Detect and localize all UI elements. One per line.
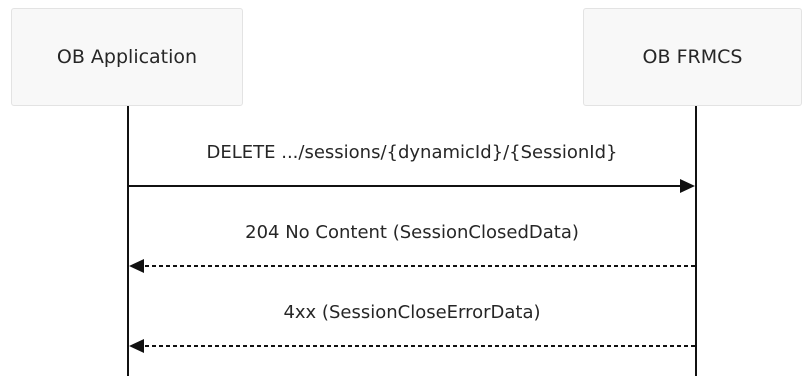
arrowhead-left xyxy=(129,259,144,273)
arrowhead-left xyxy=(129,339,144,353)
message-arrows xyxy=(129,179,695,353)
arrowhead-right xyxy=(680,179,695,193)
